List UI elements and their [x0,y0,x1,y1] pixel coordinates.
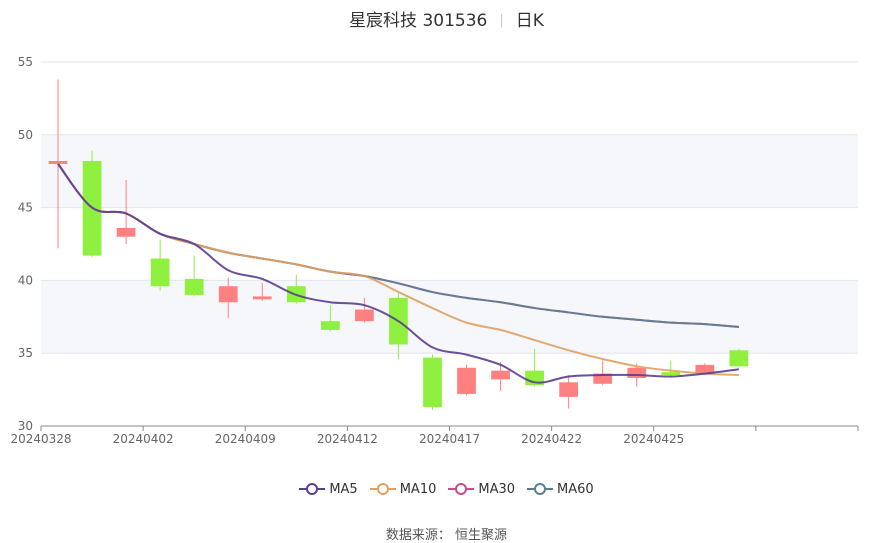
legend: MA5 MA10 MA30 MA60 [0,482,893,497]
legend-marker-icon [369,483,396,495]
x-tick-label: 20240412 [317,432,378,446]
y-tick-label: 35 [18,346,33,360]
y-tick-label: 45 [18,201,33,215]
candle-up [48,161,68,164]
x-tick-label: 20240417 [419,432,480,446]
candle-down [150,258,170,287]
legend-marker-icon [448,483,475,495]
x-tick-label: 20240402 [113,432,174,446]
source-note: 数据来源： 恒生聚源 [385,528,508,543]
candle-up [491,370,510,380]
x-tick-label: 20240422 [521,432,582,446]
x-tick-label: 20240425 [623,432,684,446]
legend-marker-icon [299,483,326,495]
x-tick-label: 20240328 [10,432,71,446]
y-tick-label: 55 [18,55,33,69]
candle-up [116,227,136,237]
legend-label: MA30 [478,482,516,497]
candle-up [218,286,238,303]
candle-up [355,309,374,322]
x-tick-label: 20240409 [215,432,276,446]
legend-label: MA5 [329,482,358,497]
legend-label: MA60 [557,482,594,497]
candle-up [627,367,647,378]
legend-label: MA10 [399,482,437,497]
candle-down [320,321,340,330]
y-tick-label: 50 [18,128,33,142]
candle-down [661,372,681,376]
candle-up [457,367,476,394]
legend-item-ma5[interactable]: MA5 [299,482,358,497]
y-tick-label: 30 [18,419,33,433]
y-tick-label: 40 [18,273,33,287]
candle-down [423,357,442,408]
legend-item-ma30[interactable]: MA30 [448,482,515,497]
legend-marker-icon [527,483,554,495]
candle-up [252,296,272,300]
candle-up [559,382,579,397]
legend-item-ma10[interactable]: MA10 [369,482,437,497]
candle-down [184,278,204,295]
grid-band [41,134,858,208]
legend-item-ma60[interactable]: MA60 [527,482,594,497]
candle-down [729,350,749,367]
candlestick-chart: 30 35 40 45 50 55 20240328 20240402 20240409 2024… [10,55,859,446]
